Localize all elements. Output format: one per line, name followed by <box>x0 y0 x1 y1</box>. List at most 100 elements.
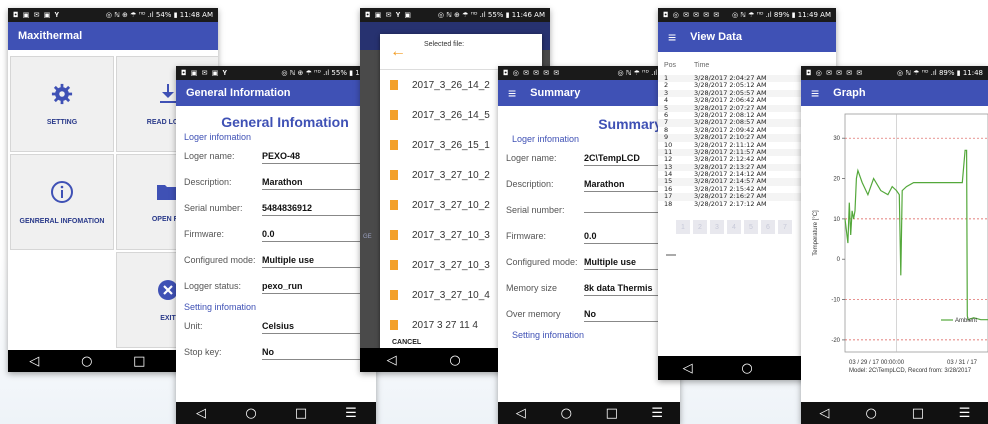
page-button[interactable]: 3 <box>710 220 724 235</box>
general-info-label: GENRERAL INFOMATION <box>19 217 105 225</box>
hamburger-icon[interactable]: ≡ <box>811 85 819 101</box>
notification-icons: ◘ ▣ ✉ ▣ 𝐘 <box>181 68 229 77</box>
cell-pos: 2 <box>664 81 669 90</box>
notification-icons: ◘ ▣ ✉ 𝐘 ▣ <box>365 10 413 19</box>
page-button[interactable]: 6 <box>761 220 775 235</box>
status-bar: ◘ ▣ ✉ 𝐘 ▣ ◎ ℕ ⊕ ☂ ᴴᴰ .ıl 55% ▮ 11:46 AM <box>360 8 550 22</box>
status-right: ◎ ℕ ☂ ᴴᴰ .ıl 89% ▮ 11:49 AM <box>731 11 831 19</box>
page-button[interactable]: 4 <box>727 220 741 235</box>
back-icon[interactable]: ◁ <box>507 406 535 421</box>
screen-title: Summary <box>530 87 581 99</box>
recents-icon[interactable]: □ <box>125 354 153 369</box>
collage: ◘ ▣ ✉ ▣ 𝐘 ◎ ℕ ⊕ ☂ ᴴᴰ .ıl 54% ▮ 11:48 AM … <box>0 0 988 424</box>
field-row: Logger status: pexo_run <box>176 274 376 300</box>
cell-pos: 1 <box>664 74 669 82</box>
field-label: Memory size <box>506 283 558 294</box>
page-button[interactable]: 2 <box>693 220 707 235</box>
field-row: Serial number: 5484836912 <box>176 196 376 222</box>
back-arrow-icon[interactable]: ← <box>390 43 406 61</box>
field-value[interactable]: Multiple use <box>262 255 368 268</box>
file-icon <box>390 170 398 180</box>
hamburger-icon[interactable]: ≡ <box>508 85 516 101</box>
home-icon[interactable]: ○ <box>552 406 580 421</box>
page-button[interactable]: 1 <box>676 220 690 235</box>
section-logger: Loger infomation <box>184 132 252 142</box>
file-name: 2017_3_27_10_3 <box>412 259 490 271</box>
field-row: Firmware: 0.0 <box>498 224 680 250</box>
home-icon[interactable]: ○ <box>441 353 469 368</box>
file-name: 2017_3_26_15_1 <box>412 139 490 151</box>
recents-icon[interactable]: □ <box>287 406 315 421</box>
notification-icons: ◘ ◎ ✉ ✉ ✉ ✉ <box>503 69 561 77</box>
field-value[interactable]: Celsius <box>262 321 368 334</box>
file-name: 2017_3_27_10_4 <box>412 289 490 301</box>
screen-title: General Information <box>186 87 291 99</box>
status-right: ◎ ℕ ⊕ ☂ ᴴᴰ .ıl 54% ▮ 11:48 AM <box>105 11 213 19</box>
field-label: Firmware: <box>184 229 224 240</box>
field-value[interactable]: 5484836912 <box>262 203 368 216</box>
setting-tile[interactable]: SETTING <box>10 56 114 152</box>
field-value[interactable]: pexo_run <box>262 281 368 294</box>
section-setting: Setting infomation <box>512 330 585 340</box>
back-icon[interactable]: ◁ <box>20 354 48 369</box>
general-info-tile[interactable]: GENRERAL INFOMATION <box>10 154 114 250</box>
field-label: Loger name: <box>184 151 235 162</box>
home-icon[interactable]: ○ <box>237 406 265 421</box>
back-icon[interactable]: ◁ <box>378 353 406 368</box>
cancel-button[interactable]: CANCEL <box>392 339 421 346</box>
field-value[interactable]: Marathon <box>262 177 368 190</box>
field-row: Stop key: No <box>176 340 376 366</box>
field-label: Unit: <box>184 321 203 332</box>
menu-icon[interactable]: ☰ <box>951 406 979 421</box>
setting-fields: Unit: Celsius Stop key: No <box>176 314 376 366</box>
app-bar: General Information <box>176 80 376 106</box>
field-label: Logger status: <box>184 281 242 292</box>
file-name: 2017_3_26_14_5 <box>412 109 490 121</box>
recents-icon[interactable]: □ <box>598 406 626 421</box>
home-icon[interactable]: ○ <box>73 354 101 369</box>
field-value[interactable]: PEXO-48 <box>262 151 368 164</box>
field-row: Description: Marathon <box>176 170 376 196</box>
app-title: Maxithermal <box>18 30 83 42</box>
download-icon <box>158 83 178 109</box>
field-label: Stop key: <box>184 347 222 358</box>
back-icon[interactable]: ◁ <box>674 361 702 376</box>
recents-icon[interactable]: □ <box>904 406 932 421</box>
field-label: Firmware: <box>506 231 546 242</box>
page-heading: General Infomation <box>221 114 349 130</box>
phone-summary: ◘ ◎ ✉ ✉ ✉ ✉ ◎ ℕ ☂ ᴴᴰ .ıl 89% ≡ Summary S… <box>498 66 680 424</box>
divider <box>666 254 676 257</box>
field-label: Over memory <box>506 309 561 320</box>
field-row: Configured mode: Multiple use <box>498 250 680 276</box>
file-icon <box>390 110 398 120</box>
hamburger-icon[interactable]: ≡ <box>668 29 676 45</box>
home-icon[interactable]: ○ <box>733 361 761 376</box>
back-icon[interactable]: ◁ <box>187 406 215 421</box>
summary-fields: Loger name: 2C\TempLCD Description: Maratho… <box>498 146 680 328</box>
y-tick-label: -10 <box>831 298 840 304</box>
legend-label: Ambient <box>955 318 977 324</box>
page-heading: Summary <box>598 116 662 132</box>
menu-icon[interactable]: ☰ <box>337 406 365 421</box>
file-name: 2017_3_27_10_3 <box>412 229 490 241</box>
section-setting: Setting infomation <box>184 302 257 312</box>
field-value[interactable]: 0.0 <box>262 229 368 242</box>
setting-label: SETTING <box>46 118 78 126</box>
page-button[interactable]: 7 <box>778 220 792 235</box>
notification-icons: ◘ ◎ ✉ ✉ ✉ ✉ <box>806 69 864 77</box>
page-button[interactable]: 5 <box>744 220 758 235</box>
x-tick-label: 03 / 31 / 17 <box>947 360 978 366</box>
menu-icon[interactable]: ☰ <box>643 406 671 421</box>
home-icon[interactable]: ○ <box>857 406 885 421</box>
dialog-title: Selected file: <box>424 41 465 48</box>
screen-title: Graph <box>833 87 866 99</box>
field-value[interactable]: No <box>262 347 368 360</box>
phone-graph: ◘ ◎ ✉ ✉ ✉ ✉ ◎ ℕ ☂ ᴴᴰ .ıl 89% ▮ 11:48 ≡ G… <box>801 66 988 424</box>
file-icon <box>390 140 398 150</box>
field-label: Serial number: <box>184 203 243 214</box>
back-icon[interactable]: ◁ <box>810 406 838 421</box>
file-icon <box>390 260 398 270</box>
cell-pos: 3 <box>664 88 669 97</box>
screen-title: View Data <box>690 31 742 43</box>
cell-pos: 4 <box>664 96 669 105</box>
